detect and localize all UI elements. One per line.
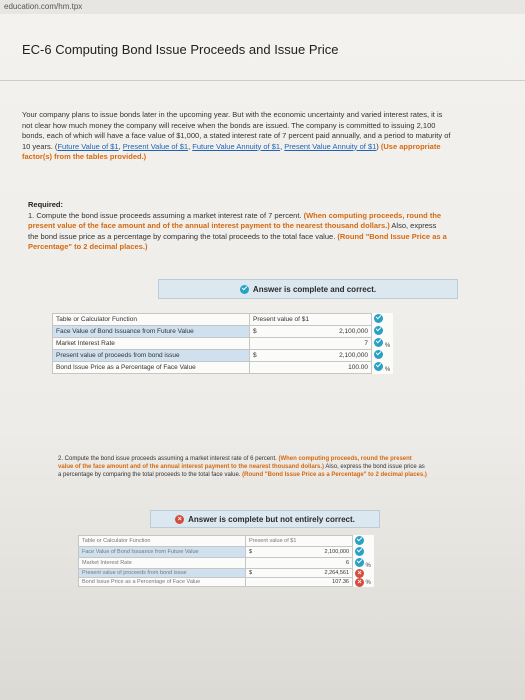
percent-unit: %	[365, 579, 371, 586]
currency-sign	[249, 337, 264, 350]
currency-sign	[245, 557, 258, 569]
answer-status-label: Answer is complete and correct.	[252, 284, 377, 294]
link-present-value-annuity[interactable]: Present Value Annuity of $1	[284, 142, 376, 151]
row-label: Face Value of Bond Issuance from Future …	[78, 546, 246, 558]
q2-text: 2. Compute the bond issue proceeds assum…	[58, 456, 277, 462]
header-cell: Present value of $1	[245, 535, 353, 547]
row-label: Face Value of Bond Issuance from Future …	[52, 325, 250, 338]
answer-input[interactable]: 7	[264, 337, 372, 350]
required-heading: Required:	[28, 200, 64, 209]
header-cell: Present value of $1	[249, 313, 372, 326]
answer-input[interactable]: 2,264,561	[258, 568, 353, 578]
row-label: Present value of proceeds from bond issu…	[52, 349, 250, 362]
link-future-value[interactable]: Future Value of $1	[57, 142, 118, 151]
link-future-value-annuity[interactable]: Future Value Annuity of $1	[192, 142, 280, 151]
page-title: EC-6 Computing Bond Issue Proceeds and I…	[22, 42, 339, 57]
answer-status-1: Answer is complete and correct.	[158, 279, 458, 299]
answer-table-1: Table or Calculator Function Present val…	[52, 313, 394, 374]
row-label: Bond Issue Price as a Percentage of Face…	[52, 361, 250, 374]
check-icon	[355, 557, 364, 567]
check-icon	[374, 350, 383, 359]
required-section: Required: 1. Compute the bond issue proc…	[28, 200, 448, 253]
check-icon	[355, 535, 364, 545]
q1-text: 1. Compute the bond issue proceeds assum…	[28, 210, 302, 220]
row-label: Market Interest Rate	[52, 337, 250, 350]
check-icon	[355, 546, 364, 556]
check-icon	[374, 314, 383, 323]
answer-input[interactable]: 100.00	[264, 361, 372, 374]
check-icon	[374, 338, 383, 347]
row-label: Market Interest Rate	[78, 557, 246, 569]
currency-sign	[249, 361, 264, 374]
x-icon: ×	[355, 577, 364, 587]
answer-status-2: × Answer is complete but not entirely co…	[150, 510, 380, 528]
answer-input[interactable]: 6	[258, 557, 353, 569]
row-label: Present value of proceeds from bond issu…	[78, 568, 246, 578]
address-bar[interactable]: education.com/hm.tpx	[0, 0, 525, 14]
currency-sign	[245, 577, 258, 587]
percent-unit: %	[384, 367, 391, 373]
answer-input[interactable]: 2,100,000	[264, 325, 372, 338]
problem-intro: Your company plans to issue bonds later …	[22, 110, 451, 161]
x-icon: ×	[175, 514, 185, 524]
answer-input[interactable]: 2,100,000	[258, 546, 353, 558]
answer-status-label: Answer is complete but not entirely corr…	[188, 514, 355, 524]
check-icon	[239, 284, 249, 294]
currency-sign: $	[245, 546, 258, 558]
header-cell: Table or Calculator Function	[52, 313, 250, 326]
currency-sign: $	[249, 349, 264, 362]
answer-input[interactable]: 2,100,000	[264, 349, 372, 362]
check-icon	[374, 362, 383, 371]
currency-sign: $	[245, 568, 258, 578]
q2-round: (Round "Bond Issue Price as a Percentage…	[242, 472, 427, 478]
answer-input[interactable]: 107.36	[258, 577, 353, 587]
x-icon: ×	[355, 568, 364, 578]
check-icon	[374, 326, 383, 335]
row-label: Bond Issue Price as a Percentage of Face…	[78, 577, 246, 587]
percent-unit: %	[365, 562, 371, 569]
link-present-value[interactable]: Present Value of $1	[123, 142, 188, 151]
q2-section: 2. Compute the bond issue proceeds assum…	[58, 455, 428, 479]
currency-sign: $	[249, 325, 264, 338]
percent-unit: %	[384, 343, 391, 349]
answer-table-2: Table or Calculator Function Present val…	[78, 535, 374, 587]
header-cell: Table or Calculator Function	[78, 535, 246, 547]
